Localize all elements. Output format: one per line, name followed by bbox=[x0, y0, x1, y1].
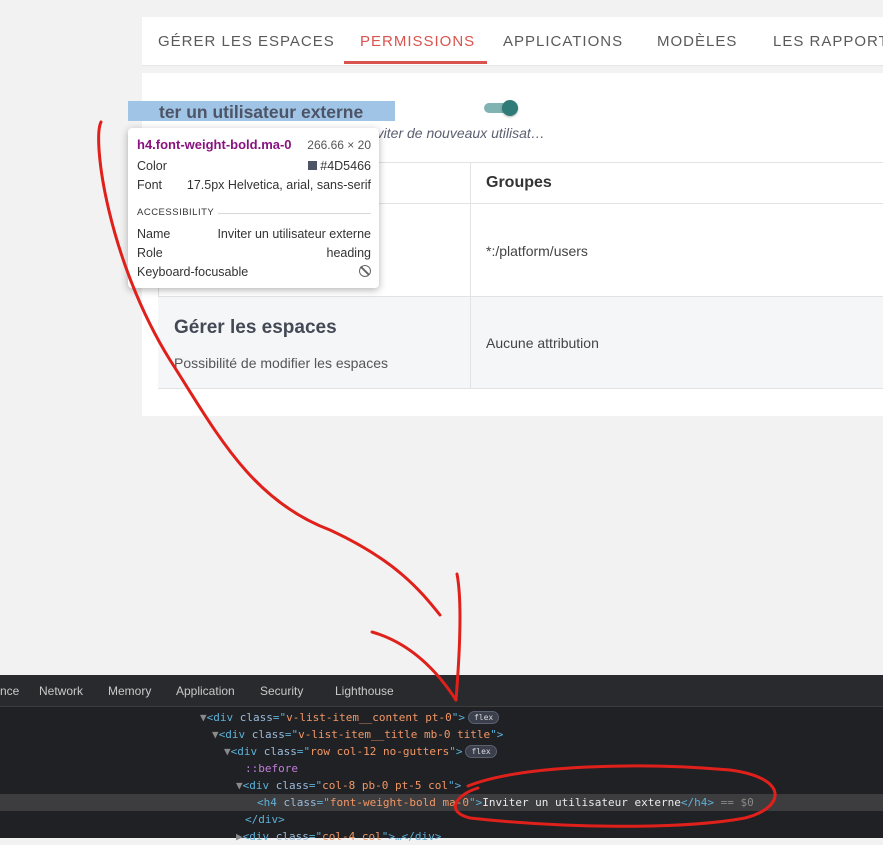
devtools-tab-security[interactable]: Security bbox=[260, 684, 303, 698]
tooltip-font-row: Font 17.5px Helvetica, arial, sans-serif bbox=[137, 178, 371, 194]
toggle-thumb bbox=[502, 100, 518, 116]
tooltip-name-row: Name Inviter un utilisateur externe bbox=[137, 227, 371, 243]
dom-node-line[interactable]: ▼<div class="col-8 pb-0 pt-5 col"> bbox=[0, 777, 883, 794]
color-swatch-icon bbox=[308, 161, 318, 170]
selected-dom-node[interactable]: <h4 class="font-weight-bold ma-0">Invite… bbox=[0, 794, 883, 811]
devtools-tab-network[interactable]: Network bbox=[39, 684, 83, 698]
row-2-description: Possibilité de modifier les espaces bbox=[174, 355, 388, 371]
tooltip-color-label: Color bbox=[137, 159, 167, 173]
dom-pseudo-line[interactable]: ::before bbox=[0, 760, 883, 777]
row-1-bottom-border bbox=[158, 296, 883, 297]
not-focusable-icon bbox=[359, 265, 371, 280]
tooltip-color-hex: #4D5466 bbox=[320, 159, 371, 173]
tooltip-name-value: Inviter un utilisateur externe bbox=[217, 227, 371, 241]
row-1-groupes: *:/platform/users bbox=[486, 243, 588, 259]
devtools-tab-bar: nce Network Memory Application Security … bbox=[0, 675, 883, 707]
tooltip-name-label: Name bbox=[137, 227, 171, 241]
setting-title: ter un utilisateur externe bbox=[159, 102, 364, 122]
tab-applications[interactable]: APPLICATIONS bbox=[503, 33, 623, 50]
tooltip-size: 266.66 × 20 bbox=[307, 138, 371, 152]
active-tab-indicator bbox=[344, 61, 487, 64]
tooltip-role-value: heading bbox=[326, 246, 372, 260]
row-2-name: Gérer les espaces bbox=[174, 317, 337, 338]
tab-manage-spaces[interactable]: GÉRER LES ESPACES bbox=[158, 33, 335, 50]
tooltip-focusable-label: Keyboard-focusable bbox=[137, 265, 249, 279]
tab-permissions[interactable]: PERMISSIONS bbox=[360, 33, 475, 50]
dom-node-line[interactable]: ▼<div class="row col-12 no-gutters"> flex bbox=[0, 743, 883, 760]
tooltip-color-row: Color #4D5466 bbox=[137, 159, 371, 175]
devtools-tab-performance[interactable]: nce bbox=[0, 684, 19, 698]
dom-close-line[interactable]: </div> bbox=[0, 811, 883, 828]
tooltip-role-row: Role heading bbox=[137, 246, 371, 262]
tooltip-selector: h4.font-weight-bold.ma-0 bbox=[137, 137, 292, 152]
tab-bar: GÉRER LES ESPACES PERMISSIONS APPLICATIO… bbox=[142, 17, 883, 66]
tooltip-accessibility-label: ACCESSIBILITY bbox=[137, 207, 215, 218]
inspected-heading-highlight: ter un utilisateur externe bbox=[128, 101, 395, 122]
devtools-tab-memory[interactable]: Memory bbox=[108, 684, 151, 698]
tab-reports[interactable]: LES RAPPORT bbox=[773, 33, 883, 50]
dom-node-line[interactable]: ▶<div class="col-4 col">…</div> bbox=[0, 828, 883, 845]
devtools-panel: nce Network Memory Application Security … bbox=[0, 675, 883, 843]
tooltip-font-value: 17.5px Helvetica, arial, sans-serif bbox=[186, 178, 371, 192]
row-2-bottom-border bbox=[158, 388, 883, 389]
devtools-tab-lighthouse[interactable]: Lighthouse bbox=[335, 684, 394, 698]
dom-node-line[interactable]: ▼<div class="v-list-item__title mb-0 tit… bbox=[0, 726, 883, 743]
flex-badge[interactable]: flex bbox=[467, 711, 500, 724]
tooltip-font-label: Font bbox=[137, 178, 163, 192]
inspector-tooltip: h4.font-weight-bold.ma-0 266.66 × 20 Col… bbox=[128, 128, 379, 288]
tooltip-divider bbox=[218, 213, 371, 214]
tooltip-color-value: #4D5466 bbox=[308, 159, 371, 173]
devtools-tab-application[interactable]: Application bbox=[176, 684, 235, 698]
column-separator-overlay bbox=[470, 162, 471, 389]
row-2-groupes: Aucune attribution bbox=[486, 335, 599, 351]
column-header-groupes: Groupes bbox=[486, 174, 552, 191]
invite-external-toggle[interactable] bbox=[484, 100, 520, 116]
tab-models[interactable]: MODÈLES bbox=[657, 33, 737, 50]
tooltip-focusable-row: Keyboard-focusable bbox=[137, 265, 371, 281]
flex-badge[interactable]: flex bbox=[465, 745, 497, 758]
dom-node-line[interactable]: ▼<div class="v-list-item__content pt-0">… bbox=[0, 709, 883, 726]
table-row[interactable]: Gérer les espaces Possibilité de modifie… bbox=[158, 296, 883, 389]
tooltip-role-label: Role bbox=[137, 246, 163, 260]
